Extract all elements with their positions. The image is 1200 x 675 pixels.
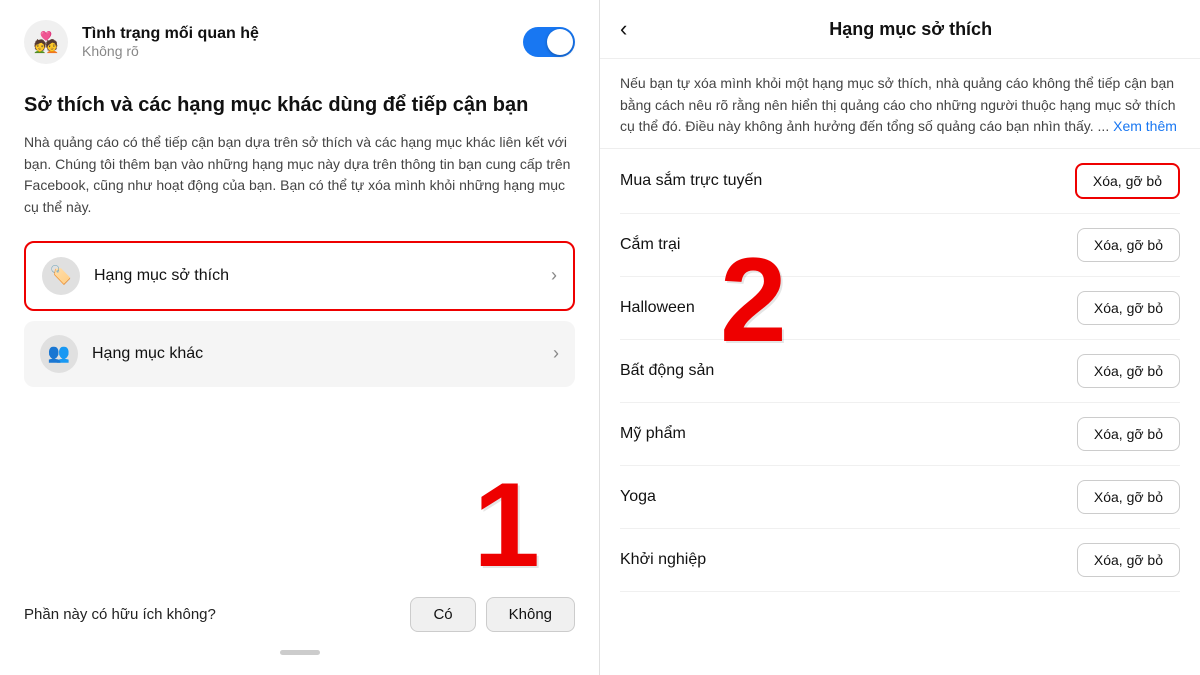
back-button[interactable]: ‹ — [620, 16, 627, 42]
section-heading: Sở thích và các hạng mục khác dùng để ti… — [24, 92, 575, 118]
interest-name-6: Khởi nghiệp — [620, 551, 706, 569]
interest-name-3: Bất động sản — [620, 362, 714, 380]
chevron-icon-2: › — [553, 343, 559, 364]
helpful-yes-button[interactable]: Có — [410, 597, 475, 632]
helpful-row: Phần này có hữu ích không? Có Không — [24, 569, 575, 632]
scroll-indicator — [280, 650, 320, 655]
remove-btn-5[interactable]: Xóa, gỡ bỏ — [1077, 480, 1180, 514]
interest-name-5: Yoga — [620, 488, 656, 506]
interest-item-4: Mỹ phẩm Xóa, gỡ bỏ — [620, 403, 1180, 466]
right-description: Nếu bạn tự xóa mình khỏi một hạng mục sở… — [600, 59, 1200, 149]
interest-item-2: Halloween Xóa, gỡ bỏ — [620, 277, 1180, 340]
section-desc: Nhà quảng cáo có thể tiếp cận bạn dựa tr… — [24, 132, 575, 219]
interest-item-6: Khởi nghiệp Xóa, gỡ bỏ — [620, 529, 1180, 592]
remove-btn-4[interactable]: Xóa, gỡ bỏ — [1077, 417, 1180, 451]
relationship-subtitle: Không rõ — [82, 43, 259, 59]
remove-btn-0[interactable]: Xóa, gỡ bỏ — [1075, 163, 1180, 199]
right-header: ‹ Hạng mục sở thích — [600, 0, 1200, 59]
interest-item-3: Bất động sản Xóa, gỡ bỏ — [620, 340, 1180, 403]
chevron-icon-1: › — [551, 265, 557, 286]
interest-name-4: Mỹ phẩm — [620, 425, 686, 443]
remove-btn-3[interactable]: Xóa, gỡ bỏ — [1077, 354, 1180, 388]
interest-name-0: Mua sắm trực tuyến — [620, 172, 762, 190]
menu-item-interests[interactable]: 🏷️ Hạng mục sở thích › — [24, 241, 575, 311]
relationship-title: Tình trạng mối quan hệ — [82, 25, 259, 43]
relationship-icon: 💑 — [24, 20, 68, 64]
menu-label-interests: Hạng mục sở thích — [94, 267, 229, 285]
relationship-toggle[interactable] — [523, 27, 575, 57]
other-icon: 👥 — [40, 335, 78, 373]
interest-item-5: Yoga Xóa, gỡ bỏ — [620, 466, 1180, 529]
interest-name-2: Halloween — [620, 299, 695, 317]
helpful-question: Phần này có hữu ích không? — [24, 606, 216, 623]
interest-item-1: Cắm trại Xóa, gỡ bỏ — [620, 214, 1180, 277]
see-more-link[interactable]: Xem thêm — [1113, 118, 1177, 134]
menu-label-other: Hạng mục khác — [92, 345, 203, 363]
interest-list: Mua sắm trực tuyến Xóa, gỡ bỏ Cắm trại X… — [600, 149, 1200, 675]
interests-icon: 🏷️ — [42, 257, 80, 295]
interest-name-1: Cắm trại — [620, 236, 680, 254]
remove-btn-2[interactable]: Xóa, gỡ bỏ — [1077, 291, 1180, 325]
helpful-no-button[interactable]: Không — [486, 597, 575, 632]
relationship-row: 💑 Tình trạng mối quan hệ Không rõ — [24, 20, 575, 64]
remove-btn-1[interactable]: Xóa, gỡ bỏ — [1077, 228, 1180, 262]
right-title: Hạng mục sở thích — [641, 19, 1180, 40]
menu-item-other[interactable]: 👥 Hạng mục khác › — [24, 321, 575, 387]
interest-item-0: Mua sắm trực tuyến Xóa, gỡ bỏ — [620, 149, 1180, 214]
remove-btn-6[interactable]: Xóa, gỡ bỏ — [1077, 543, 1180, 577]
